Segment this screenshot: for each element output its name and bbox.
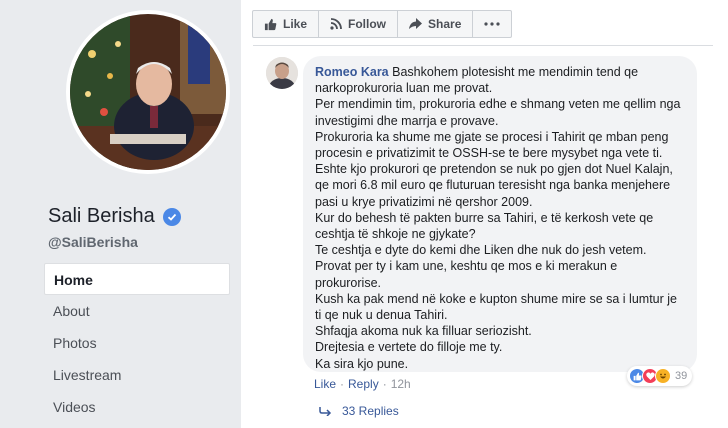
comment-paragraph: Romeo Kara Bashkohem plotesisht me mendi… bbox=[315, 65, 639, 96]
nav-item-videos[interactable]: Videos bbox=[44, 391, 230, 423]
feed-divider bbox=[253, 45, 713, 46]
comment-paragraph: Provat per ty i kam une, keshtu qe mos e… bbox=[315, 259, 618, 290]
profile-picture[interactable] bbox=[70, 14, 226, 170]
page-action-bar: Like Follow Share bbox=[252, 10, 513, 38]
comment-author-avatar[interactable] bbox=[266, 57, 298, 89]
comment-paragraph: Drejtesia e vertete do filloje me ty. bbox=[315, 340, 503, 355]
nav-item-about[interactable]: About bbox=[44, 295, 230, 327]
nav-item-livestream[interactable]: Livestream bbox=[44, 359, 230, 391]
page-handle[interactable]: @SaliBerisha bbox=[48, 234, 138, 250]
comment-author-name[interactable]: Romeo Kara bbox=[315, 65, 389, 79]
rss-icon bbox=[330, 18, 342, 30]
reply-arrow-icon bbox=[319, 407, 332, 416]
page-nav: Home About Photos Livestream Videos bbox=[44, 263, 230, 423]
comment-paragraph: Shfaqja akoma nuk ka filluar seriozisht. bbox=[315, 324, 532, 339]
comment-paragraph: Te ceshtja e dyte do kemi dhe Liken dhe … bbox=[315, 243, 647, 258]
like-page-label: Like bbox=[283, 17, 308, 31]
meta-separator: · bbox=[340, 377, 345, 391]
comment-meta: Like · Reply · 12h bbox=[314, 377, 411, 391]
reaction-count: 39 bbox=[675, 370, 688, 382]
replies-count-label: 33 Replies bbox=[342, 404, 399, 418]
page-name-row: Sali Berisha bbox=[48, 205, 181, 228]
comment-paragraph: Kush ka pak mend në koke e kupton shume … bbox=[315, 291, 677, 323]
comment-like-link[interactable]: Like bbox=[314, 377, 336, 391]
share-page-label: Share bbox=[428, 17, 462, 31]
follow-page-label: Follow bbox=[348, 17, 387, 31]
haha-reaction-icon bbox=[655, 368, 671, 384]
view-replies-link[interactable]: 33 Replies bbox=[319, 404, 399, 418]
comment-paragraph: Per mendimin tim, prokuroria edhe e shma… bbox=[315, 97, 681, 128]
comment-bubble: Romeo Kara Bashkohem plotesisht me mendi… bbox=[303, 56, 697, 372]
thumbs-up-icon bbox=[264, 18, 277, 30]
like-page-button[interactable]: Like bbox=[253, 11, 320, 37]
share-arrow-icon bbox=[409, 18, 423, 29]
profile-picture-frame[interactable] bbox=[66, 10, 230, 174]
comment-timestamp[interactable]: 12h bbox=[391, 377, 411, 391]
more-options-button[interactable] bbox=[473, 11, 511, 37]
meta-separator: · bbox=[382, 377, 387, 391]
verified-check-icon bbox=[162, 207, 181, 226]
main-feed: Like Follow Share Romeo Kara Bashkohem p… bbox=[241, 0, 728, 428]
comment-paragraph: Prokuroria ka shume me gjate se procesi … bbox=[315, 129, 669, 161]
follow-page-button[interactable]: Follow bbox=[319, 11, 399, 37]
comment-reply-link[interactable]: Reply bbox=[348, 377, 379, 391]
page-name[interactable]: Sali Berisha bbox=[48, 205, 155, 228]
comment-paragraph: Eshte kjo prokurori qe pretendon se nuk … bbox=[315, 162, 673, 209]
reaction-summary[interactable]: 39 bbox=[627, 366, 693, 386]
nav-item-home[interactable]: Home bbox=[44, 263, 230, 295]
left-sidebar: Sali Berisha @SaliBerisha Home About Pho… bbox=[0, 0, 241, 428]
share-page-button[interactable]: Share bbox=[398, 11, 474, 37]
nav-item-photos[interactable]: Photos bbox=[44, 327, 230, 359]
comment-paragraph: Kur do behesh të pakten burre sa Tahiri,… bbox=[315, 210, 654, 242]
ellipsis-icon bbox=[484, 22, 500, 26]
facebook-page: Sali Berisha @SaliBerisha Home About Pho… bbox=[0, 0, 728, 428]
